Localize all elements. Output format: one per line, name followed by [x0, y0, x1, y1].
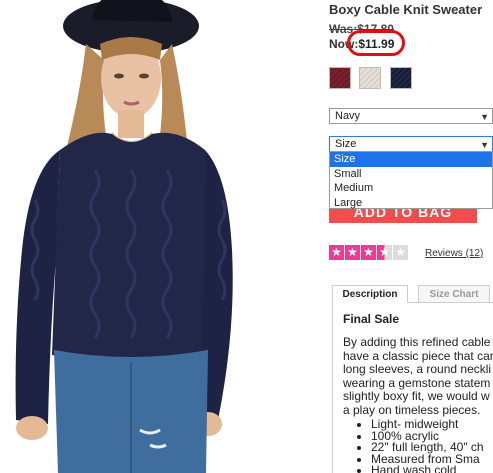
model-illustration: [15, 0, 233, 473]
color-swatch-burgundy[interactable]: [329, 67, 351, 89]
reviews-link[interactable]: Reviews (12): [425, 248, 483, 259]
chevron-down-icon: ▼: [480, 112, 489, 122]
size-option[interactable]: Size: [330, 152, 492, 167]
product-info-tabs: Description Size Chart: [332, 285, 493, 303]
color-swatch-cream[interactable]: [359, 67, 381, 89]
size-option[interactable]: Large: [330, 196, 492, 211]
description-text: By adding this refined cable have a clas…: [343, 335, 493, 417]
star-full-icon: ★: [329, 245, 344, 260]
feature-list: Light- midweight 100% acrylic 22" full l…: [365, 418, 484, 473]
product-title: Boxy Cable Knit Sweater: [329, 2, 483, 17]
description-line: wearing a gemstone statem: [343, 375, 491, 390]
tab-description[interactable]: Description: [332, 285, 408, 303]
star-empty-icon: ★: [393, 245, 408, 260]
final-sale-heading: Final Sale: [343, 312, 400, 326]
description-line: have a classic piece that car: [343, 348, 493, 363]
product-photo[interactable]: [0, 0, 305, 473]
size-select-value: Size: [335, 138, 357, 150]
color-swatch-navy[interactable]: [390, 67, 412, 89]
size-option[interactable]: Medium: [330, 181, 492, 196]
tab-size-chart[interactable]: Size Chart: [418, 285, 490, 303]
size-option[interactable]: Small: [330, 167, 492, 182]
price-highlight-circle: [347, 30, 405, 56]
size-select[interactable]: Size ▼: [329, 136, 493, 152]
size-dropdown-list[interactable]: Size Small Medium Large: [329, 151, 493, 209]
description-line: long sleeves, a round neckli: [343, 362, 492, 376]
chevron-down-icon: ▼: [480, 140, 489, 150]
feature-item: Hand wash cold: [371, 464, 484, 473]
star-full-icon: ★: [361, 245, 376, 260]
description-panel: Final Sale By adding this refined cable …: [332, 303, 493, 473]
color-select-value: Navy: [335, 110, 361, 122]
description-line: slightly boxy fit, we would w: [343, 389, 490, 403]
description-line: a play on timeless pieces.: [343, 402, 481, 417]
color-select[interactable]: Navy ▼: [329, 108, 493, 124]
rating-stars: ★ ★ ★ ★ ★: [329, 245, 408, 261]
star-half-icon: ★: [377, 245, 392, 260]
description-line: By adding this refined cable: [343, 335, 491, 349]
star-full-icon: ★: [345, 245, 360, 260]
